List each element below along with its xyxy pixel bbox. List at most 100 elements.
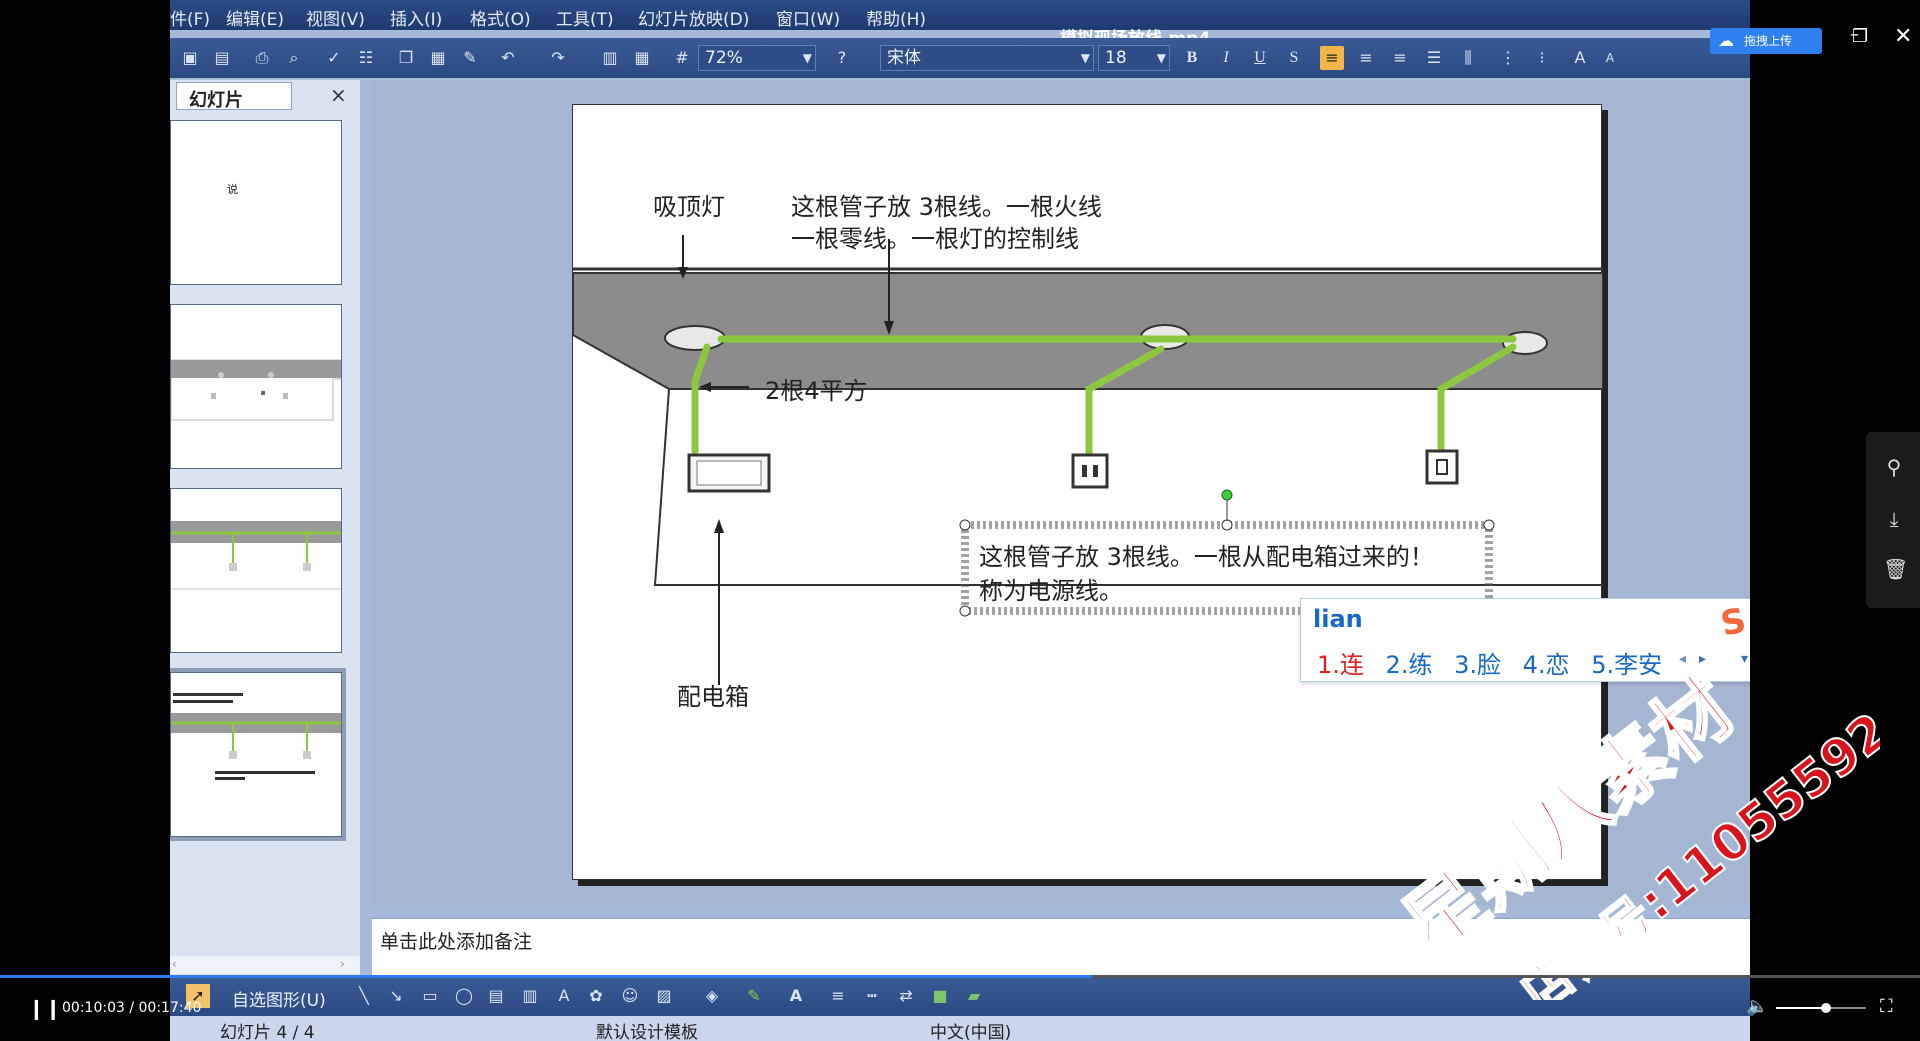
slide-thumbnail-4[interactable] <box>170 668 346 841</box>
label-distribution-box[interactable]: 配电箱 <box>677 677 749 712</box>
chevron-down-icon: ▼ <box>802 51 812 65</box>
font-name-select[interactable]: 宋体 ▼ <box>880 45 1094 71</box>
underline-icon[interactable]: U <box>1248 46 1272 70</box>
chevron-right-icon[interactable]: › <box>340 957 345 971</box>
slide-thumbnail-3[interactable] <box>170 488 342 653</box>
window-controls: ☁ 拖拽上传 – ❐ ✕ <box>1700 18 1920 54</box>
menu-insert[interactable]: 插入(I) <box>390 5 442 30</box>
label-pipe-wires-line1[interactable]: 这根管子放 3根线。一根火线 <box>791 187 1102 222</box>
menu-slideshow[interactable]: 幻灯片放映(D) <box>638 5 749 30</box>
help-icon[interactable]: ? <box>830 46 854 70</box>
numbering-icon[interactable]: ⋮ <box>1496 46 1520 70</box>
zoom-value: 72% <box>705 48 743 68</box>
font-size-value: 18 <box>1105 48 1127 68</box>
slide-thumbnail-1[interactable]: 说 <box>170 120 342 285</box>
close-icon[interactable]: × <box>330 83 347 107</box>
progress-fill <box>0 975 1093 978</box>
chevron-left-icon[interactable]: ◂ <box>1679 651 1686 667</box>
chart-icon[interactable]: ▥ <box>598 46 622 70</box>
bullets-icon[interactable]: ⁝ <box>1530 46 1554 70</box>
thumb-diagram <box>171 359 341 421</box>
align-left-icon[interactable]: ≡ <box>1320 46 1344 70</box>
ime-candidate-box[interactable]: lian S 1.连 2.练 3.脸 4.恋 5.李安 ◂ ▸ ▾ <box>1300 598 1750 682</box>
research-icon[interactable]: ☷ <box>354 46 378 70</box>
close-icon[interactable]: ✕ <box>1894 24 1912 49</box>
zoom-select[interactable]: 72% ▼ <box>698 45 816 71</box>
format-painter-icon[interactable]: ✎ <box>458 46 482 70</box>
label-pipe-wires-line2[interactable]: 一根零线。一根灯的控制线 <box>791 219 1079 254</box>
player-control-bar: ❙❙ 00:10:03 / 00:17:40 🔈 ⛶ <box>0 988 1920 1028</box>
font-size-select[interactable]: 18 ▼ <box>1098 45 1170 71</box>
print-preview-icon[interactable]: ⌕ <box>282 46 306 70</box>
ime-candidate-1[interactable]: 1.连 <box>1317 651 1364 679</box>
ime-candidate-3[interactable]: 3.脸 <box>1454 651 1501 679</box>
sogou-logo-icon: S <box>1717 600 1750 645</box>
share-icon[interactable]: ⚲ <box>1883 456 1905 478</box>
video-player: 件(F) 编辑(E) 视图(V) 插入(I) 格式(O) 工具(T) 幻灯片放映… <box>0 0 1920 1041</box>
chevron-right-icon[interactable]: ▸ <box>1699 651 1706 667</box>
total-time: 00:17:40 <box>138 1000 202 1016</box>
save-icon[interactable]: ▣ <box>178 46 202 70</box>
text-direction-icon[interactable]: ⫼ <box>1456 46 1480 70</box>
copy-icon[interactable]: ❐ <box>394 46 418 70</box>
ime-candidate-5[interactable]: 5.李安 <box>1591 651 1662 679</box>
ime-candidates: 1.连 2.练 3.脸 4.恋 5.李安 <box>1317 645 1697 680</box>
download-icon[interactable]: ⤓ <box>1883 508 1905 530</box>
menu-format[interactable]: 格式(O) <box>470 5 531 30</box>
align-center-icon[interactable]: ≡ <box>1354 46 1378 70</box>
permission-icon[interactable]: ▤ <box>210 46 234 70</box>
bold-icon[interactable]: B <box>1180 46 1204 70</box>
menu-window[interactable]: 窗口(W) <box>776 5 840 30</box>
menu-edit[interactable]: 编辑(E) <box>226 5 284 30</box>
menu-tools[interactable]: 工具(T) <box>556 5 614 30</box>
pause-icon[interactable]: ❙❙ <box>28 996 62 1020</box>
thumbnail-scrollbar[interactable]: ‹ › <box>170 956 360 974</box>
delete-icon[interactable]: 🗑 <box>1883 558 1908 580</box>
notes-placeholder[interactable]: 单击此处添加备注 <box>380 927 532 954</box>
decrease-font-icon[interactable]: A <box>1598 46 1622 70</box>
ime-candidate-4[interactable]: 4.恋 <box>1523 651 1570 679</box>
ime-candidate-2[interactable]: 2.练 <box>1386 651 1433 679</box>
side-dock: ⚲ ⤓ 🗑 <box>1866 432 1920 608</box>
slide-canvas[interactable]: 吸顶灯 这根管子放 3根线。一根火线 一根零线。一根灯的控制线 2根4平方 配电… <box>572 104 1603 880</box>
font-name-value: 宋体 <box>887 48 921 68</box>
upload-button-label: 拖拽上传 <box>1744 34 1793 48</box>
volume-fill <box>1776 1007 1826 1009</box>
volume-icon[interactable]: 🔈 <box>1746 996 1768 1017</box>
undo-icon[interactable]: ↶ <box>496 46 520 70</box>
redo-icon[interactable]: ↷ <box>546 46 570 70</box>
fullscreen-icon[interactable]: ⛶ <box>1880 996 1893 1017</box>
slide-thumbnail-2[interactable] <box>170 304 342 469</box>
volume-knob[interactable] <box>1820 1003 1831 1013</box>
menu-help[interactable]: 帮助(H) <box>866 5 926 30</box>
notes-pane[interactable]: 单击此处添加备注 <box>372 918 1750 978</box>
menu-view[interactable]: 视图(V) <box>306 5 365 30</box>
standard-toolbar: ▣ ▤ ⎙ ⌕ ✓ ☷ ❐ ▦ ✎ ↶ ↷ ▥ ▦ # 72% ▼ ? 宋体 ▼ <box>170 38 1750 78</box>
chevron-left-icon[interactable]: ‹ <box>172 957 177 971</box>
increase-font-icon[interactable]: A <box>1568 46 1592 70</box>
chevron-down-icon: ▼ <box>1080 51 1090 65</box>
slide-editing-area: 吸顶灯 这根管子放 3根线。一根火线 一根零线。一根灯的控制线 2根4平方 配电… <box>372 80 1750 906</box>
time-separator: / <box>129 1000 139 1016</box>
textbox-line2[interactable]: 称为电源线。 <box>979 571 1123 606</box>
distribute-icon[interactable]: ☰ <box>1422 46 1446 70</box>
table-icon[interactable]: ▦ <box>630 46 654 70</box>
grid-icon[interactable]: # <box>670 46 694 70</box>
ime-input: lian <box>1313 605 1363 633</box>
paste-icon[interactable]: ▦ <box>426 46 450 70</box>
spelling-icon[interactable]: ✓ <box>322 46 346 70</box>
align-right-icon[interactable]: ≡ <box>1388 46 1412 70</box>
chevron-down-icon[interactable]: ▾ <box>1741 651 1748 667</box>
shadow-icon[interactable]: S <box>1282 46 1306 70</box>
textbox-line1[interactable]: 这根管子放 3根线。一根从配电箱过来的！ <box>979 537 1434 572</box>
restore-icon[interactable]: ❐ <box>1852 26 1868 47</box>
label-wire-size[interactable]: 2根4平方 <box>765 371 868 406</box>
time-display: 00:10:03 / 00:17:40 <box>62 1000 201 1016</box>
italic-icon[interactable]: I <box>1214 46 1238 70</box>
upload-button[interactable]: ☁ 拖拽上传 <box>1710 28 1822 54</box>
volume-track[interactable] <box>1776 1003 1866 1013</box>
label-ceiling-light[interactable]: 吸顶灯 <box>653 187 725 222</box>
tab-slides[interactable]: 幻灯片 <box>176 82 292 111</box>
menu-file[interactable]: 件(F) <box>170 5 210 30</box>
print-icon[interactable]: ⎙ <box>250 46 274 70</box>
